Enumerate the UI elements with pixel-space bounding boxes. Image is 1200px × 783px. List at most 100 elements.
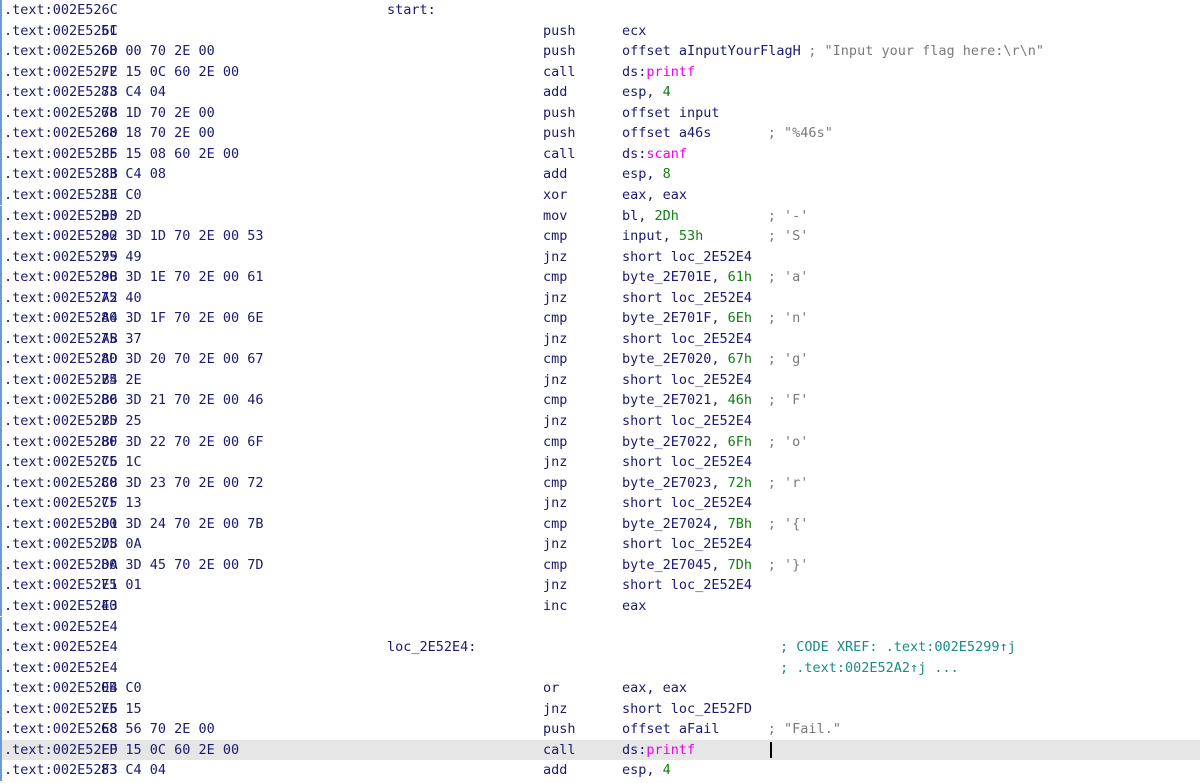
- instruction-operands[interactable]: byte_2E7024, 7Bh: [622, 514, 752, 535]
- instruction-operands[interactable]: short loc_2E52FD: [622, 699, 752, 720]
- instruction-mnemonic: jnz: [543, 700, 568, 717]
- instruction-operands[interactable]: ecx: [622, 21, 646, 42]
- listing-line[interactable]: .text:002E52BF 80 3D 22 70 2E 00 6F cmp byt…: [0, 431, 1200, 453]
- code-label[interactable]: loc_2E52E4:: [387, 637, 476, 658]
- instruction-operands[interactable]: byte_2E7021, 46h: [622, 390, 752, 411]
- listing-line[interactable]: .text:002E5278 83 C4 04 add esp, 4: [0, 82, 1200, 103]
- listing-line[interactable]: .text:002E52A2 75 40 jnz short loc_2E52E4: [0, 287, 1200, 309]
- listing-line[interactable]: .text:002E52B4 75 2E jnz short loc_2E52E4: [0, 369, 1200, 391]
- immediate-value: 6Eh: [727, 310, 753, 327]
- listing-line[interactable]: .text:002E52C6 75 1C jnz short loc_2E52E4: [0, 452, 1200, 473]
- gutter-bar: [0, 534, 2, 555]
- instruction-operands[interactable]: byte_2E701E, 61h: [622, 267, 752, 288]
- xref-comment: ; CODE XREF: .text:002E5299↑j: [780, 639, 1016, 656]
- operand-text: offset aFail: [622, 721, 720, 738]
- listing-line[interactable]: .text:002E5285 FF 15 08 60 2E 00 call ds:sc…: [0, 143, 1200, 165]
- operand-text: esp,: [622, 762, 663, 779]
- instruction-operands[interactable]: esp, 8: [622, 164, 671, 185]
- instruction-operands[interactable]: short loc_2E52E4: [622, 411, 752, 432]
- gutter-bar: [0, 760, 2, 781]
- instruction-operands[interactable]: offset aFail: [622, 719, 720, 740]
- listing-line[interactable]: .text:002E52D8 75 0A jnz short loc_2E52E4: [0, 534, 1200, 555]
- instruction-operands[interactable]: esp, 4: [622, 760, 671, 781]
- listing-line[interactable]: .text:002E52E6 75 15 jnz short loc_2E52FD: [0, 698, 1200, 720]
- listing-line[interactable]: .text:002E52AD 80 3D 20 70 2E 00 67 cmp byt…: [0, 349, 1200, 370]
- listing-line[interactable]: .text:002E526C 51 push ecx: [0, 20, 1200, 42]
- operand-text: ds:: [622, 63, 647, 80]
- listing-line[interactable]: .text:002E5290 B3 2D mov bl, 2Dh; '-': [0, 205, 1200, 227]
- inline-comment: ; "%46s": [767, 125, 833, 142]
- opcode-bytes: 68 56 70 2E 00: [101, 721, 215, 738]
- listing-line[interactable]: .text:002E527B 68 1D 70 2E 00 push offset i…: [0, 102, 1200, 124]
- instruction-operands[interactable]: offset aInputYourFlagH: [622, 41, 801, 62]
- instruction-operands[interactable]: short loc_2E52E4: [622, 575, 752, 596]
- listing-line[interactable]: .text:002E52CF 75 13 jnz short loc_2E52E4: [0, 493, 1200, 514]
- listing-line[interactable]: .text:002E52DA 80 3D 45 70 2E 00 7D cmp byt…: [0, 554, 1200, 576]
- instruction-mnemonic: push: [543, 125, 576, 142]
- operand-text: byte_2E7023,: [622, 474, 728, 491]
- imported-function: printf: [646, 63, 696, 80]
- instruction-operands[interactable]: short loc_2E52E4: [622, 370, 752, 391]
- instruction-operands[interactable]: ds:scanf: [622, 144, 687, 165]
- listing-line[interactable]: .text:002E52E4 ; .text:002E52A2↑j ...: [0, 657, 1200, 679]
- listing-line[interactable]: .text:002E52D1 80 3D 24 70 2E 00 7B cmp byt…: [0, 513, 1200, 535]
- instruction-operands[interactable]: short loc_2E52E4: [622, 329, 752, 350]
- immediate-value: 67h: [727, 351, 753, 368]
- listing-line[interactable]: .text:002E52E8 68 56 70 2E 00 push offset a…: [0, 719, 1200, 740]
- listing-line[interactable]: .text:002E52AB 75 37 jnz short loc_2E52E4: [0, 328, 1200, 350]
- listing-line[interactable]: .text:002E52B6 80 3D 21 70 2E 00 46 cmp byt…: [0, 390, 1200, 411]
- instruction-operands[interactable]: esp, 4: [622, 82, 671, 103]
- instruction-operands[interactable]: byte_2E7045, 7Dh: [622, 555, 752, 576]
- code-label[interactable]: start:: [387, 0, 436, 21]
- listing-line[interactable]: .text:002E526C start:: [0, 0, 1200, 21]
- listing-line[interactable]: .text:002E52E1 75 01 jnz short loc_2E52E4: [0, 575, 1200, 596]
- opcode-bytes: 80 3D 1D 70 2E 00 53: [101, 228, 264, 245]
- instruction-operands[interactable]: bl, 2Dh: [622, 206, 679, 227]
- instruction-operands[interactable]: byte_2E7022, 6Fh: [622, 432, 752, 453]
- instruction-operands[interactable]: short loc_2E52E4: [622, 247, 752, 268]
- instruction-operands[interactable]: short loc_2E52E4: [622, 534, 752, 555]
- instruction-mnemonic: or: [543, 680, 560, 697]
- listing-line[interactable]: .text:002E526D 68 00 70 2E 00 push offset a…: [0, 41, 1200, 62]
- instruction-operands[interactable]: short loc_2E52E4: [622, 452, 752, 473]
- listing-line[interactable]: .text:002E529B 80 3D 1E 70 2E 00 61 cmp byt…: [0, 267, 1200, 288]
- listing-line[interactable]: .text:002E52E4 0B C0 or eax, eax: [0, 678, 1200, 699]
- gutter-bar: [0, 739, 2, 761]
- listing-line[interactable]: .text:002E52A4 80 3D 1F 70 2E 00 6E cmp byt…: [0, 308, 1200, 329]
- instruction-mnemonic: cmp: [543, 392, 568, 409]
- instruction-operands[interactable]: ds:printf: [622, 740, 695, 761]
- inline-comment: ; 'n': [767, 310, 809, 327]
- instruction-operands[interactable]: ds:printf: [622, 62, 695, 83]
- listing-line[interactable]: .text:002E52F3 83 C4 04 add esp, 4: [0, 760, 1200, 781]
- instruction-operands[interactable]: short loc_2E52E4: [622, 288, 752, 309]
- instruction-operands[interactable]: byte_2E701F, 6Eh: [622, 308, 752, 329]
- instruction-mnemonic: jnz: [543, 454, 568, 471]
- instruction-operands[interactable]: byte_2E7023, 72h: [622, 473, 752, 494]
- listing-line[interactable]: .text:002E52E4 loc_2E52E4: ; CODE XREF: .t…: [0, 637, 1200, 658]
- listing-line[interactable]: .text:002E52C8 80 3D 23 70 2E 00 72 cmp byt…: [0, 472, 1200, 494]
- instruction-operands[interactable]: eax: [622, 596, 646, 617]
- listing-line[interactable]: .text:002E52ED FF 15 0C 60 2E 00 call ds:pr…: [0, 739, 1200, 761]
- disassembly-listing[interactable]: .text:002E526C start: .text:002E526C 51 push…: [0, 0, 1200, 783]
- gutter-bar: [0, 164, 2, 185]
- operand-text: eax, eax: [622, 186, 688, 203]
- instruction-operands[interactable]: byte_2E7020, 67h: [622, 349, 752, 370]
- imported-function: printf: [646, 741, 696, 758]
- listing-line[interactable]: .text:002E528E 33 C0 xor eax, eax: [0, 184, 1200, 206]
- listing-line[interactable]: .text:002E5299 75 49 jnz short loc_2E52E4: [0, 246, 1200, 268]
- instruction-operands[interactable]: short loc_2E52E4: [622, 493, 752, 514]
- instruction-operands[interactable]: eax, eax: [622, 185, 687, 206]
- instruction-operands[interactable]: eax, eax: [622, 678, 687, 699]
- instruction-operands[interactable]: offset input: [622, 103, 720, 124]
- operand-text: short loc_2E52E4: [622, 289, 753, 306]
- listing-line[interactable]: .text:002E528B 83 C4 08 add esp, 8: [0, 164, 1200, 185]
- text-cursor: [770, 741, 772, 758]
- listing-line[interactable]: .text:002E52E4: [0, 616, 1200, 637]
- instruction-operands[interactable]: input, 53h: [622, 226, 703, 247]
- instruction-operands[interactable]: offset a46s: [622, 123, 711, 144]
- listing-line[interactable]: .text:002E52E3 40 inc eax: [0, 595, 1200, 617]
- listing-line[interactable]: .text:002E5272 FF 15 0C 60 2E 00 call ds:pr…: [0, 61, 1200, 83]
- listing-line[interactable]: .text:002E5280 68 18 70 2E 00 push offset a…: [0, 123, 1200, 144]
- listing-line[interactable]: .text:002E5292 80 3D 1D 70 2E 00 53 cmp inp…: [0, 226, 1200, 247]
- listing-line[interactable]: .text:002E52BD 75 25 jnz short loc_2E52E4: [0, 411, 1200, 432]
